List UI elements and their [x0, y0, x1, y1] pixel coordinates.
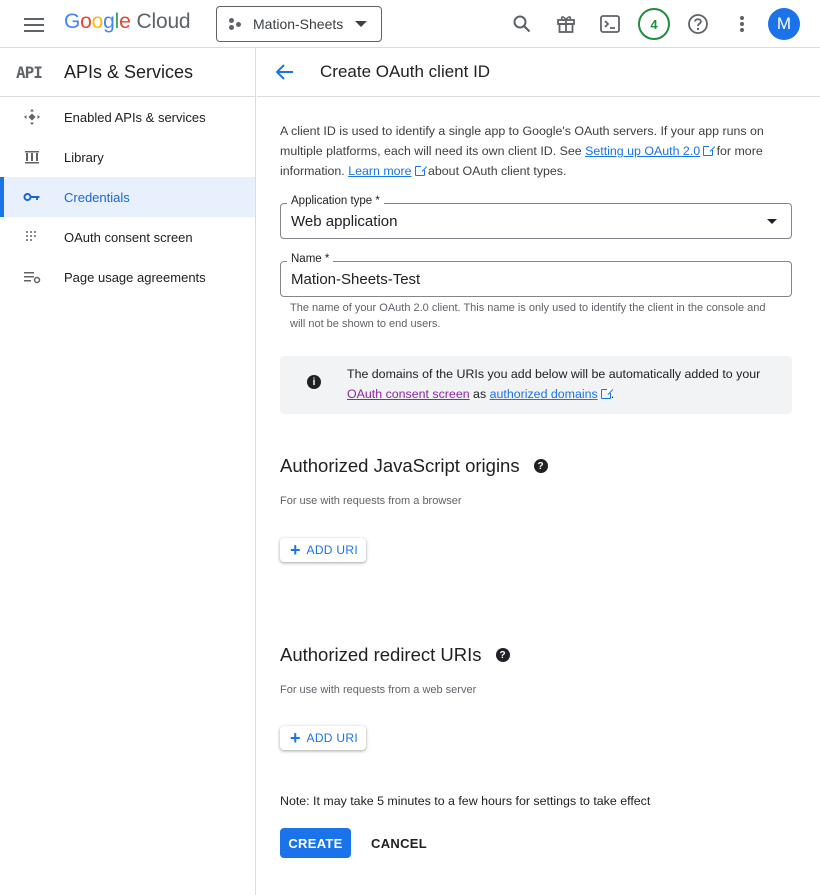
notifications-badge[interactable]: 4: [638, 8, 670, 40]
setting-up-oauth-link[interactable]: Setting up OAuth 2.0: [585, 144, 700, 158]
sidebar-item-credentials[interactable]: Credentials: [0, 177, 255, 217]
external-link-icon: [703, 145, 715, 156]
name-value: Mation-Sheets-Test: [291, 271, 421, 288]
sidebar-header: API APIs & Services: [0, 48, 255, 97]
back-arrow-icon[interactable]: [257, 48, 313, 97]
create-button[interactable]: CREATE: [280, 828, 351, 858]
top-bar: Google Cloud Mation-Sheets 4 M: [0, 0, 820, 48]
js-origins-subtitle: For use with requests from a browser: [280, 495, 462, 507]
sidebar: API APIs & Services Enabled APIs & servi…: [0, 48, 256, 895]
sidebar-item-oauth-consent[interactable]: OAuth consent screen: [0, 217, 255, 257]
help-icon[interactable]: [686, 12, 710, 36]
search-icon[interactable]: [510, 12, 534, 36]
google-cloud-logo[interactable]: Google Cloud: [64, 10, 191, 34]
project-name: Mation-Sheets: [253, 16, 344, 32]
domains-info-box: i The domains of the URIs you add below …: [280, 356, 792, 414]
library-icon: [0, 149, 64, 165]
redirect-uris-heading: Authorized redirect URIs ?: [280, 644, 510, 666]
cancel-button[interactable]: CANCEL: [367, 828, 431, 858]
consent-icon: [0, 229, 64, 245]
cloud-shell-icon[interactable]: [598, 12, 622, 36]
external-link-icon: [600, 388, 612, 399]
sidebar-item-page-usage[interactable]: Page usage agreements: [0, 257, 255, 297]
sidebar-item-enabled-apis[interactable]: Enabled APIs & services: [0, 97, 255, 137]
key-icon: [0, 191, 64, 203]
external-link-icon: [414, 165, 426, 176]
js-origins-heading: Authorized JavaScript origins ?: [280, 455, 548, 477]
learn-more-link[interactable]: Learn more: [348, 164, 411, 178]
intro-text: A client ID is used to identify a single…: [280, 124, 764, 178]
name-hint: The name of your OAuth 2.0 client. This …: [290, 302, 766, 330]
gift-icon[interactable]: [554, 12, 578, 36]
propagation-note: Note: It may take 5 minutes to a few hou…: [280, 794, 651, 808]
authorized-domains-link[interactable]: authorized domains: [490, 387, 598, 401]
application-type-select[interactable]: Application type * Web application: [280, 195, 792, 239]
page-title: Create OAuth client ID: [320, 62, 491, 81]
avatar[interactable]: M: [768, 8, 800, 40]
sidebar-title: APIs & Services: [64, 61, 194, 82]
oauth-consent-screen-link[interactable]: OAuth consent screen: [347, 387, 470, 401]
help-icon[interactable]: ?: [495, 648, 510, 662]
application-type-label: Application type *: [287, 195, 384, 207]
domains-info-text: The domains of the URIs you add below wi…: [347, 367, 761, 401]
add-redirect-uri-button[interactable]: + ADD URI: [280, 726, 366, 750]
add-js-origin-button[interactable]: + ADD URI: [280, 538, 366, 562]
sidebar-item-library[interactable]: Library: [0, 137, 255, 177]
plus-icon: +: [290, 728, 301, 748]
main-menu-icon[interactable]: [22, 14, 46, 34]
agreements-icon: [0, 270, 64, 284]
more-vert-icon[interactable]: [730, 12, 754, 36]
dropdown-arrow-icon: [767, 219, 777, 224]
redirect-uris-subtitle: For use with requests from a web server: [280, 684, 477, 696]
name-label: Name *: [287, 253, 334, 265]
enabled-apis-icon: [0, 108, 64, 126]
name-field[interactable]: Name * Mation-Sheets-Test: [280, 253, 792, 297]
chevron-down-icon: [355, 21, 367, 27]
plus-icon: +: [290, 540, 301, 560]
api-logo-icon: API: [16, 62, 43, 82]
main-header: Create OAuth client ID: [257, 48, 820, 97]
info-icon: i: [307, 375, 321, 389]
application-type-value: Web application: [291, 213, 398, 230]
help-icon[interactable]: ?: [533, 459, 548, 473]
project-icon: [229, 17, 243, 31]
project-picker[interactable]: Mation-Sheets: [216, 6, 382, 42]
